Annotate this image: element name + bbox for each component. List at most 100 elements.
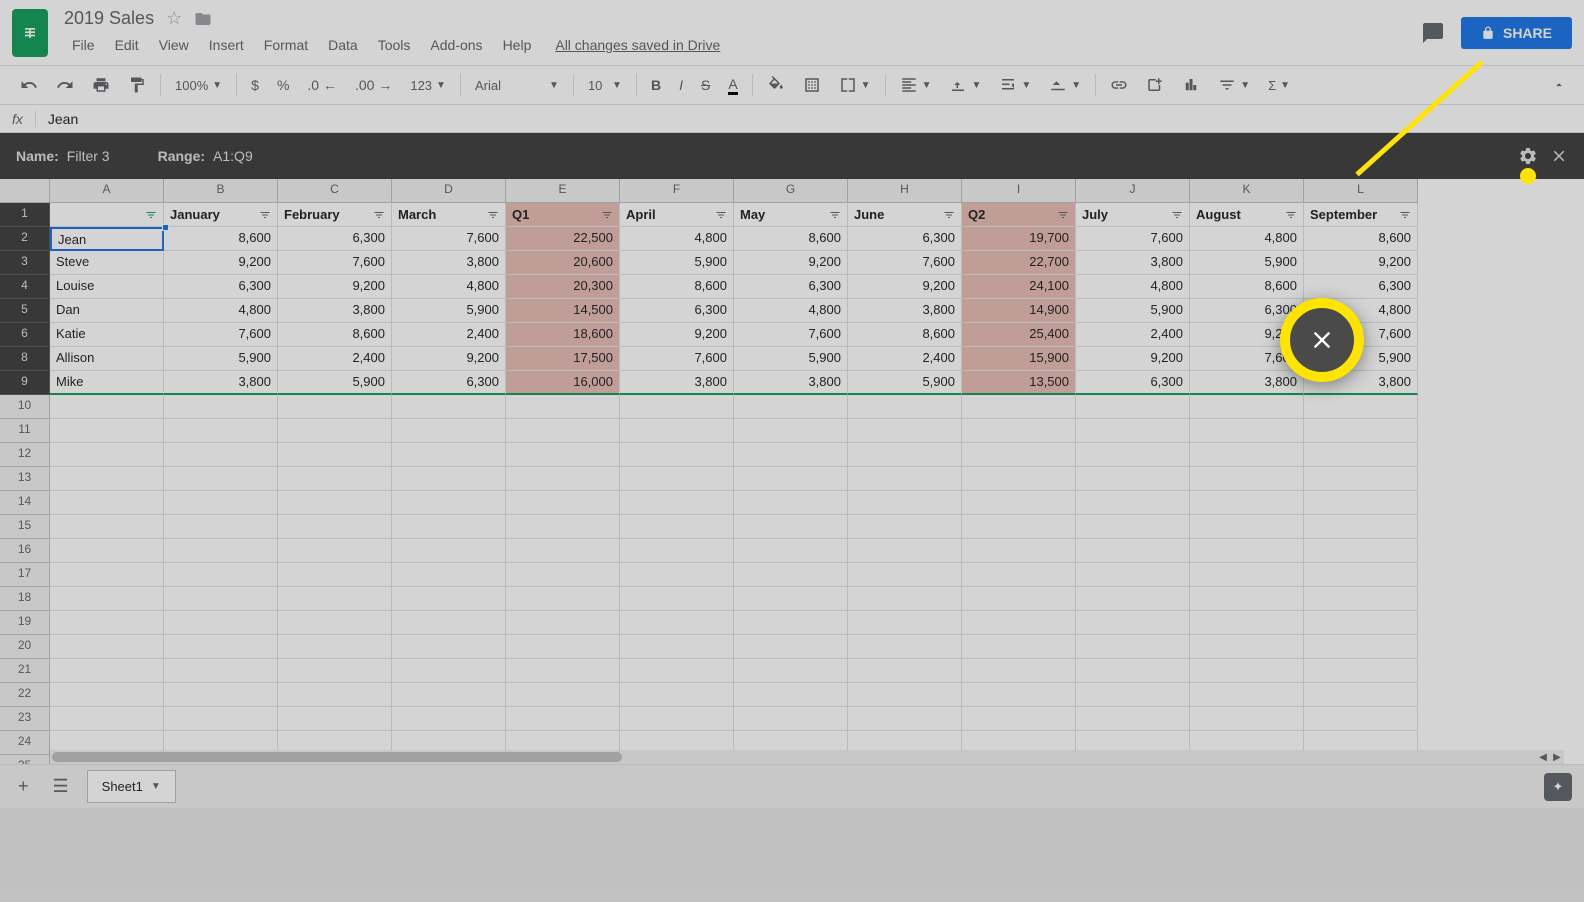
redo-icon[interactable] — [48, 70, 82, 100]
row-header[interactable]: 23 — [0, 707, 50, 731]
cell[interactable]: 4,800 — [1190, 227, 1304, 251]
cell[interactable]: 9,200 — [164, 251, 278, 275]
h-align-icon[interactable]: ▼ — [892, 72, 940, 98]
cell[interactable]: 6,300 — [620, 299, 734, 323]
cell[interactable]: 5,900 — [278, 371, 392, 395]
cell[interactable] — [50, 683, 164, 707]
decimal-increase-icon[interactable]: .00 → — [347, 71, 400, 99]
menu-edit[interactable]: Edit — [107, 33, 147, 57]
cell[interactable] — [734, 515, 848, 539]
undo-icon[interactable] — [12, 70, 46, 100]
cell[interactable] — [620, 563, 734, 587]
comment-icon[interactable] — [1421, 21, 1445, 45]
cell[interactable]: 8,600 — [734, 227, 848, 251]
cell[interactable] — [962, 395, 1076, 419]
column-filter-icon[interactable] — [829, 209, 841, 221]
column-filter-icon[interactable] — [1171, 209, 1183, 221]
cell[interactable] — [50, 467, 164, 491]
cell[interactable] — [1190, 563, 1304, 587]
cell[interactable] — [962, 635, 1076, 659]
cell[interactable] — [1304, 611, 1418, 635]
cell[interactable] — [506, 467, 620, 491]
cell[interactable] — [1190, 707, 1304, 731]
cell[interactable]: 7,600 — [1076, 227, 1190, 251]
column-filter-icon[interactable] — [601, 209, 613, 221]
cell[interactable]: Dan — [50, 299, 164, 323]
cell[interactable] — [620, 635, 734, 659]
cell[interactable] — [392, 683, 506, 707]
cell[interactable] — [1076, 707, 1190, 731]
cell[interactable] — [734, 467, 848, 491]
borders-icon[interactable] — [795, 70, 829, 100]
cell[interactable] — [392, 587, 506, 611]
cell[interactable] — [506, 611, 620, 635]
doc-title[interactable]: 2019 Sales — [64, 8, 154, 29]
cell[interactable] — [1076, 491, 1190, 515]
header-cell[interactable]: March — [392, 203, 506, 227]
cell[interactable] — [1304, 467, 1418, 491]
header-cell[interactable]: May — [734, 203, 848, 227]
cell[interactable] — [1076, 587, 1190, 611]
row-header[interactable]: 21 — [0, 659, 50, 683]
col-header-B[interactable]: B — [164, 179, 278, 203]
cell[interactable] — [50, 635, 164, 659]
cell[interactable]: 7,600 — [278, 251, 392, 275]
merge-cells-icon[interactable]: ▼ — [831, 72, 879, 98]
cell[interactable]: 3,800 — [620, 371, 734, 395]
row-header[interactable]: 2 — [0, 227, 50, 251]
cell[interactable] — [962, 587, 1076, 611]
cell[interactable] — [962, 659, 1076, 683]
menu-tools[interactable]: Tools — [370, 33, 419, 57]
selection-handle[interactable] — [162, 224, 169, 231]
cell[interactable]: 2,400 — [1076, 323, 1190, 347]
col-header-A[interactable]: A — [50, 179, 164, 203]
row-header[interactable]: 22 — [0, 683, 50, 707]
cell[interactable] — [164, 683, 278, 707]
cell[interactable] — [848, 563, 962, 587]
currency-icon[interactable]: $ — [243, 71, 267, 99]
cell[interactable] — [278, 419, 392, 443]
cell[interactable] — [1076, 563, 1190, 587]
collapse-toolbar-icon[interactable] — [1546, 72, 1572, 98]
cell[interactable] — [164, 467, 278, 491]
cell[interactable]: 4,800 — [1076, 275, 1190, 299]
cell[interactable] — [734, 419, 848, 443]
cell[interactable] — [734, 491, 848, 515]
header-cell[interactable]: April — [620, 203, 734, 227]
row-header[interactable]: 13 — [0, 467, 50, 491]
row-header[interactable]: 19 — [0, 611, 50, 635]
cell[interactable] — [848, 683, 962, 707]
cell[interactable]: 6,300 — [278, 227, 392, 251]
star-icon[interactable]: ☆ — [166, 8, 182, 29]
cell[interactable] — [278, 635, 392, 659]
header-cell[interactable]: August — [1190, 203, 1304, 227]
header-cell[interactable]: February — [278, 203, 392, 227]
cell[interactable] — [278, 683, 392, 707]
menu-help[interactable]: Help — [495, 33, 540, 57]
col-header-D[interactable]: D — [392, 179, 506, 203]
cell[interactable] — [164, 563, 278, 587]
chart-icon[interactable] — [1174, 70, 1208, 100]
cell[interactable] — [1304, 515, 1418, 539]
cell[interactable] — [506, 635, 620, 659]
menu-data[interactable]: Data — [320, 33, 366, 57]
cell[interactable] — [392, 515, 506, 539]
cell[interactable]: 5,900 — [1076, 299, 1190, 323]
cell[interactable] — [278, 587, 392, 611]
cell[interactable] — [1304, 395, 1418, 419]
cell[interactable] — [1076, 635, 1190, 659]
cell[interactable] — [620, 659, 734, 683]
cell[interactable]: 5,900 — [620, 251, 734, 275]
cell[interactable] — [506, 539, 620, 563]
cell[interactable] — [278, 443, 392, 467]
cell[interactable]: 9,200 — [734, 251, 848, 275]
cell[interactable]: 19,700 — [962, 227, 1076, 251]
cell[interactable]: 2,400 — [392, 323, 506, 347]
cell[interactable] — [962, 539, 1076, 563]
cell[interactable] — [1076, 539, 1190, 563]
formula-input[interactable] — [36, 107, 1572, 131]
cell[interactable] — [734, 443, 848, 467]
print-icon[interactable] — [84, 70, 118, 100]
cell[interactable]: 8,600 — [848, 323, 962, 347]
share-button[interactable]: SHARE — [1461, 17, 1572, 49]
